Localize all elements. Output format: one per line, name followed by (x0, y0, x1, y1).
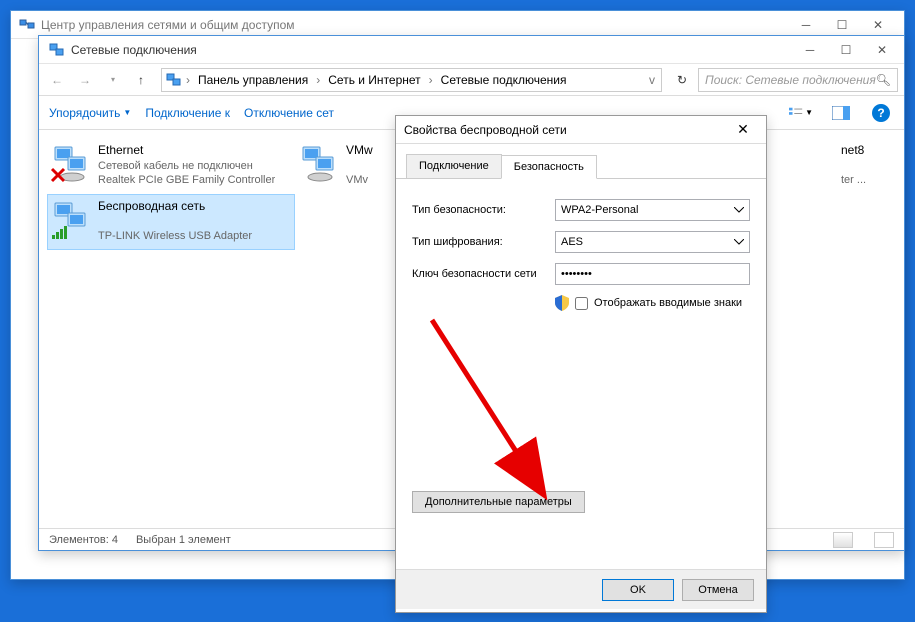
breadcrumb-sep: › (314, 73, 322, 87)
nic-name: net8 (841, 143, 866, 159)
dialog-title: Свойства беспроводной сети (404, 123, 728, 137)
search-box[interactable]: 🔍︎ (698, 68, 898, 92)
signal-bars-icon (52, 225, 68, 239)
wifi-icon (52, 199, 92, 239)
maximize-button[interactable]: ☐ (828, 39, 864, 61)
view-options-button[interactable]: ▼ (788, 102, 814, 124)
show-characters-label: Отображать вводимые знаки (594, 297, 742, 309)
minimize-button[interactable]: ─ (792, 39, 828, 61)
breadcrumb-item[interactable]: Сетевые подключения (437, 71, 571, 89)
network-connections-icon (49, 42, 65, 58)
nic-vmnet8[interactable]: net8 ter ... (836, 138, 896, 194)
nav-recent-button[interactable]: ▾ (101, 68, 125, 92)
item-count: Элементов: 4 (49, 534, 118, 546)
nic-name: Беспроводная сеть (98, 199, 252, 215)
nic-ethernet[interactable]: Ethernet Сетевой кабель не подключен Rea… (47, 138, 295, 194)
security-key-label: Ключ безопасности сети (412, 268, 547, 280)
search-icon: 🔍︎ (876, 73, 891, 87)
navigation-bar: ← → ▾ ↑ › Панель управления › Сеть и Инт… (39, 64, 904, 96)
nav-up-button[interactable]: ↑ (129, 68, 153, 92)
connect-to-button[interactable]: Подключение к (145, 106, 230, 120)
nic-device: Realtek PCIe GBE Family Controller (98, 173, 275, 187)
tab-security[interactable]: Безопасность (501, 155, 597, 179)
encryption-type-select[interactable]: AES (555, 231, 750, 253)
cancel-button[interactable]: Отмена (682, 579, 754, 601)
organize-button[interactable]: Упорядочить ▼ (49, 106, 131, 120)
error-x-icon (50, 167, 66, 183)
breadcrumb-sep: › (184, 73, 192, 87)
breadcrumb-item[interactable]: Сеть и Интернет (324, 71, 424, 89)
nic-wireless[interactable]: Беспроводная сеть TP-LINK Wireless USB A… (47, 194, 295, 250)
details-view-button[interactable] (833, 532, 853, 548)
nic-device: VMv (346, 173, 373, 187)
security-key-input[interactable] (555, 263, 750, 285)
nav-forward-button[interactable]: → (73, 68, 97, 92)
maximize-button[interactable]: ☐ (824, 14, 860, 36)
breadcrumb-sep: › (427, 73, 435, 87)
disconnect-button[interactable]: Отключение сет (244, 106, 334, 120)
security-type-label: Тип безопасности: (412, 204, 547, 216)
selection-count: Выбран 1 элемент (136, 534, 231, 546)
nic-vmware[interactable]: VMw VMv (295, 138, 390, 194)
nic-name: Ethernet (98, 143, 275, 159)
preview-pane-button[interactable] (828, 102, 854, 124)
search-input[interactable] (705, 73, 876, 87)
nic-device: TP-LINK Wireless USB Adapter (98, 229, 252, 243)
wifi-properties-dialog: Свойства беспроводной сети ✕ Подключение… (395, 115, 767, 613)
close-button[interactable]: ✕ (728, 121, 758, 138)
ethernet-icon (300, 143, 340, 183)
tab-connection[interactable]: Подключение (406, 154, 502, 178)
ethernet-icon (52, 143, 92, 183)
icons-view-button[interactable] (874, 532, 894, 548)
network-center-icon (19, 17, 35, 33)
address-bar[interactable]: › Панель управления › Сеть и Интернет › … (161, 68, 662, 92)
uac-shield-icon (555, 295, 569, 311)
nic-device: ter ... (841, 173, 866, 187)
nic-status: Сетевой кабель не подключен (98, 159, 275, 173)
encryption-type-label: Тип шифрования: (412, 236, 547, 248)
refresh-button[interactable]: ↻ (670, 68, 694, 92)
addr-dropdown-icon[interactable]: v (647, 73, 657, 87)
security-type-select[interactable]: WPA2-Personal (555, 199, 750, 221)
show-characters-checkbox[interactable] (575, 297, 588, 310)
close-button[interactable]: ✕ (864, 39, 900, 61)
close-button[interactable]: ✕ (860, 14, 896, 36)
minimize-button[interactable]: ─ (788, 14, 824, 36)
mid-window-title: Сетевые подключения (71, 43, 792, 57)
help-button[interactable]: ? (868, 102, 894, 124)
nav-back-button[interactable]: ← (45, 68, 69, 92)
dialog-tabs: Подключение Безопасность (396, 144, 766, 179)
nic-name: VMw (346, 143, 373, 159)
advanced-settings-button[interactable]: Дополнительные параметры (412, 491, 585, 513)
addr-icon (166, 72, 182, 88)
ok-button[interactable]: OK (602, 579, 674, 601)
breadcrumb-item[interactable]: Панель управления (194, 71, 312, 89)
back-window-title: Центр управления сетями и общим доступом (41, 18, 788, 32)
